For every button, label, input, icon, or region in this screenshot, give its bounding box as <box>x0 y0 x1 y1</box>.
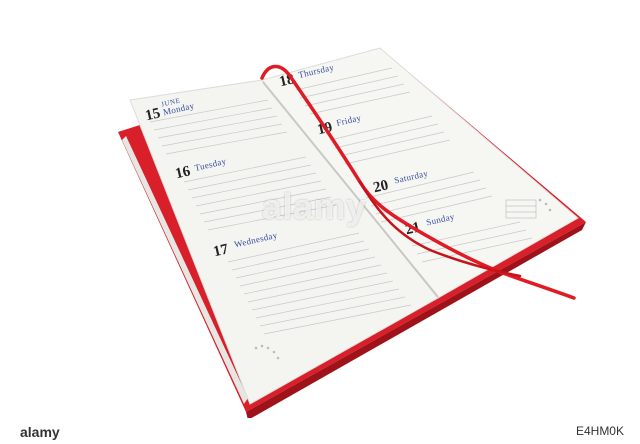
footer-brand: alamy <box>20 424 60 440</box>
footer-image-id: E4HM0K <box>575 424 624 438</box>
watermark: alamy <box>262 186 367 227</box>
footer-bar <box>0 418 640 444</box>
